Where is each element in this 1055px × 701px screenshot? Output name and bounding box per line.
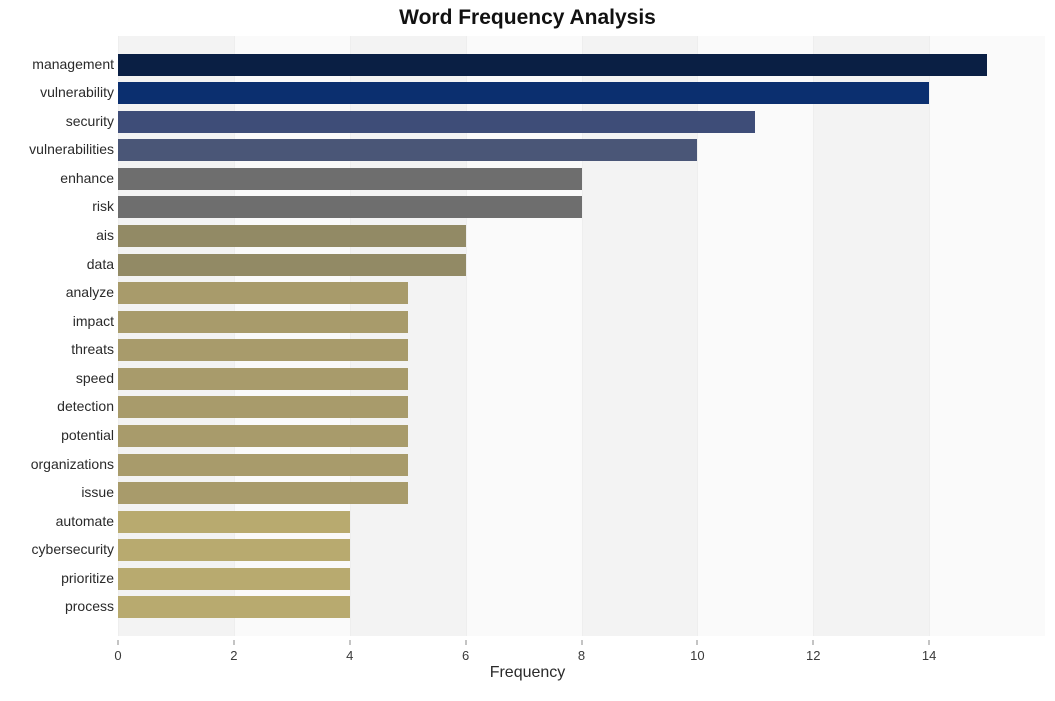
category-label: prioritize (61, 570, 114, 586)
bar (118, 54, 987, 76)
x-axis-ticks: 02468101214 (118, 640, 1045, 660)
category-label: detection (57, 398, 114, 414)
category-label: issue (81, 484, 114, 500)
bar (118, 396, 408, 418)
bar (118, 482, 408, 504)
bar (118, 111, 755, 133)
category-label: analyze (66, 284, 114, 300)
bar (118, 368, 408, 390)
bar (118, 196, 582, 218)
category-label: impact (73, 313, 114, 329)
x-tick-label: 8 (578, 648, 585, 663)
x-axis-label: Frequency (0, 664, 1055, 682)
x-tick-label: 2 (230, 648, 237, 663)
x-tick-label: 4 (346, 648, 353, 663)
bar (118, 254, 466, 276)
x-tick-label: 14 (922, 648, 936, 663)
x-tick-label: 0 (114, 648, 121, 663)
bar (118, 511, 350, 533)
category-label: process (65, 598, 114, 614)
category-label: threats (71, 341, 114, 357)
bar (118, 339, 408, 361)
bar (118, 425, 408, 447)
category-label: automate (56, 513, 114, 529)
bar (118, 282, 408, 304)
chart-title: Word Frequency Analysis (0, 6, 1055, 30)
category-label: enhance (60, 170, 114, 186)
x-tick-label: 12 (806, 648, 820, 663)
category-label: speed (76, 370, 114, 386)
word-frequency-chart: Word Frequency Analysis management vulner… (0, 0, 1055, 701)
category-label: risk (92, 198, 114, 214)
x-tick-label: 6 (462, 648, 469, 663)
category-label: potential (61, 427, 114, 443)
category-label: organizations (31, 456, 114, 472)
x-tick-label: 10 (690, 648, 704, 663)
category-label: management (32, 56, 114, 72)
bar (118, 596, 350, 618)
category-label: vulnerability (40, 84, 114, 100)
category-label: vulnerabilities (29, 141, 114, 157)
category-label: security (66, 113, 114, 129)
bar (118, 454, 408, 476)
category-label: ais (96, 227, 114, 243)
category-label: data (87, 256, 114, 272)
bar (118, 539, 350, 561)
bar (118, 225, 466, 247)
bar (118, 568, 350, 590)
bar (118, 311, 408, 333)
bar (118, 139, 697, 161)
bar (118, 168, 582, 190)
bar (118, 82, 929, 104)
category-label: cybersecurity (32, 541, 114, 557)
